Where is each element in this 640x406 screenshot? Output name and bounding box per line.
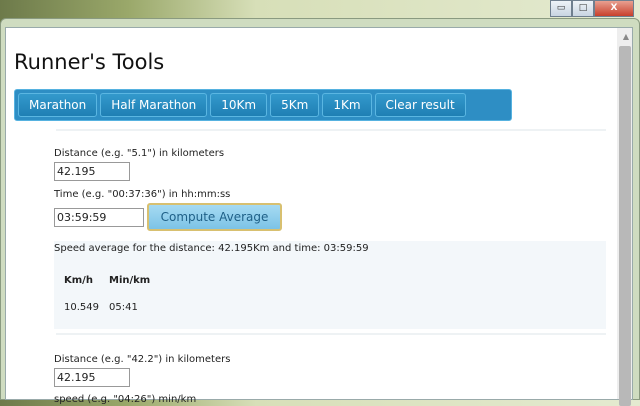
divider	[56, 333, 606, 335]
distance-label: Distance (e.g. "5.1") in kilometers	[54, 148, 225, 159]
header-minkm: Min/km	[109, 275, 151, 286]
result-text: Speed average for the distance: 42.195Km…	[54, 243, 369, 254]
value-minkm: 05:41	[109, 302, 138, 313]
clear-result-button[interactable]: Clear result	[374, 93, 466, 117]
distance-label-2: Distance (e.g. "42.2") in kilometers	[54, 354, 231, 365]
page-content: Runner's Tools Marathon Half Marathon 10…	[5, 27, 633, 406]
scroll-up-icon[interactable]: ▲	[623, 32, 629, 41]
page-title: Runner's Tools	[14, 50, 165, 74]
time-label: Time (e.g. "00:37:36") in hh:mm:ss	[54, 189, 231, 200]
5km-button[interactable]: 5Km	[270, 93, 320, 117]
distance-nav: Marathon Half Marathon 10Km 5Km 1Km Clea…	[14, 89, 512, 121]
time-input[interactable]	[54, 208, 144, 227]
result-panel: Speed average for the distance: 42.195Km…	[54, 241, 606, 329]
half-marathon-button[interactable]: Half Marathon	[100, 93, 208, 117]
window-controls: ▭ □ X	[550, 0, 634, 17]
distance-input-2[interactable]	[54, 368, 130, 387]
value-kmh: 10.549	[64, 302, 99, 313]
close-button[interactable]: X	[594, 0, 634, 17]
maximize-button[interactable]: □	[572, 0, 594, 17]
scrollbar[interactable]: ▲	[617, 28, 632, 406]
compute-average-button[interactable]: Compute Average	[147, 203, 282, 231]
divider	[56, 129, 606, 131]
scrollbar-thumb[interactable]	[619, 46, 631, 406]
10km-button[interactable]: 10Km	[210, 93, 268, 117]
minimize-button[interactable]: ▭	[550, 0, 572, 17]
1km-button[interactable]: 1Km	[322, 93, 372, 117]
marathon-button[interactable]: Marathon	[18, 93, 98, 117]
header-kmh: Km/h	[64, 275, 93, 286]
distance-input[interactable]	[54, 162, 130, 181]
